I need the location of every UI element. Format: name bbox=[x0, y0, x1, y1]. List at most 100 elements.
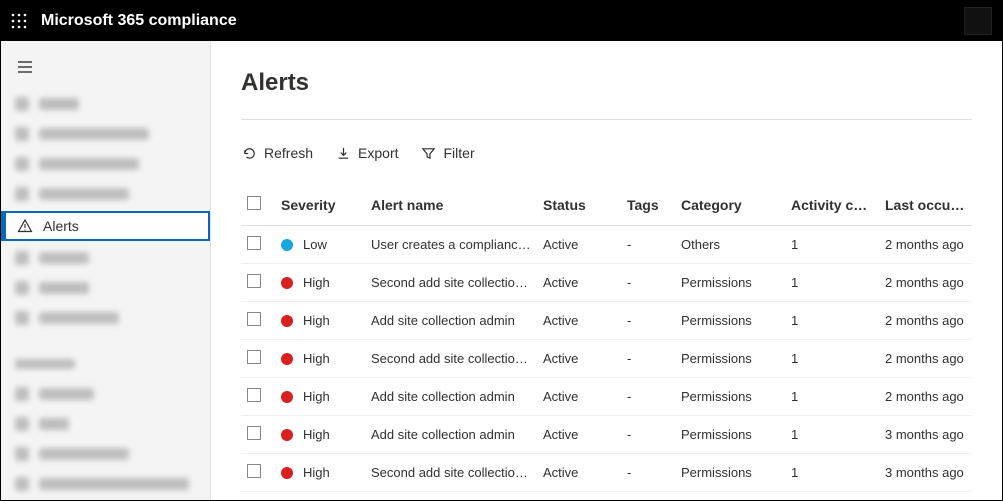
redacted-label bbox=[39, 98, 79, 110]
row-checkbox[interactable] bbox=[241, 340, 275, 378]
row-checkbox[interactable] bbox=[241, 378, 275, 416]
cell-alert-name[interactable]: Second add site collection admin bbox=[365, 340, 537, 378]
cell-category: Threat management bbox=[675, 492, 785, 501]
header-status[interactable]: Status bbox=[537, 188, 621, 226]
page-title: Alerts bbox=[241, 69, 972, 97]
checkbox-icon[interactable] bbox=[247, 350, 261, 364]
severity-dot-icon bbox=[281, 467, 293, 479]
sidebar-item-redacted[interactable] bbox=[1, 89, 210, 119]
cell-last-occurrence: 2 months ago bbox=[879, 378, 972, 416]
cell-last-occurrence: 2 months ago bbox=[879, 340, 972, 378]
header-category[interactable]: Category bbox=[675, 188, 785, 226]
redacted-icon bbox=[15, 477, 29, 491]
header-activity-count[interactable]: Activity count bbox=[785, 188, 879, 226]
row-checkbox[interactable] bbox=[241, 416, 275, 454]
cell-alert-name[interactable]: eDiscovery search started or exported bbox=[365, 492, 537, 501]
sidebar-item-redacted[interactable] bbox=[1, 243, 210, 273]
redacted-label bbox=[39, 282, 89, 294]
table-row[interactable]: HighAdd site collection adminActive-Perm… bbox=[241, 302, 972, 340]
table-row[interactable]: High Second add site collection adminActi… bbox=[241, 340, 972, 378]
sidebar-item-redacted[interactable] bbox=[1, 469, 210, 499]
row-checkbox[interactable] bbox=[241, 302, 275, 340]
checkbox-icon[interactable] bbox=[247, 426, 261, 440]
table-row[interactable]: HighAdd site collection adminActive-Perm… bbox=[241, 416, 972, 454]
cell-tags: - bbox=[621, 454, 675, 492]
cell-activity-count: 1 bbox=[785, 492, 879, 501]
row-checkbox[interactable] bbox=[241, 264, 275, 302]
header-severity[interactable]: Severity bbox=[275, 188, 365, 226]
page-divider bbox=[241, 119, 972, 120]
sidebar-item-redacted[interactable] bbox=[1, 119, 210, 149]
cell-status: Active bbox=[537, 264, 621, 302]
hamburger-menu-icon[interactable] bbox=[13, 55, 37, 79]
refresh-button[interactable]: Refresh bbox=[241, 145, 313, 161]
sidebar-item-redacted[interactable] bbox=[1, 439, 210, 469]
cell-alert-name[interactable]: User creates a compliance case bbox=[365, 226, 537, 264]
cell-status: Active bbox=[537, 492, 621, 501]
header-alert-name[interactable]: Alert name bbox=[365, 188, 537, 226]
export-button[interactable]: Export bbox=[335, 145, 398, 161]
filter-icon bbox=[421, 145, 437, 161]
cell-category: Permissions bbox=[675, 302, 785, 340]
severity-label: High bbox=[303, 389, 330, 404]
app-title: Microsoft 365 compliance bbox=[41, 12, 237, 30]
sidebar-item-redacted[interactable] bbox=[1, 273, 210, 303]
cell-severity: Medium bbox=[275, 492, 365, 501]
sidebar-item-redacted[interactable] bbox=[1, 149, 210, 179]
severity-label: High bbox=[303, 351, 330, 366]
cell-alert-name[interactable]: Add site collection admin bbox=[365, 416, 537, 454]
cell-severity: High bbox=[275, 454, 365, 492]
cell-alert-name[interactable]: Add site collection admin bbox=[365, 378, 537, 416]
cell-alert-name[interactable]: Second add site collection admin bbox=[365, 264, 537, 302]
cell-severity: High bbox=[275, 264, 365, 302]
checkbox-icon[interactable] bbox=[247, 464, 261, 478]
cell-status: Active bbox=[537, 454, 621, 492]
cell-tags: - bbox=[621, 264, 675, 302]
row-checkbox[interactable] bbox=[241, 454, 275, 492]
cell-status: Active bbox=[537, 416, 621, 454]
cell-alert-name[interactable]: Add site collection admin bbox=[365, 302, 537, 340]
cell-activity-count: 1 bbox=[785, 302, 879, 340]
table-row[interactable]: HighAdd site collection adminActive-Perm… bbox=[241, 378, 972, 416]
cell-severity: High bbox=[275, 416, 365, 454]
table-row[interactable]: HighSecond add site collection adminActi… bbox=[241, 264, 972, 302]
redacted-icon bbox=[15, 251, 29, 265]
sidebar-item-redacted[interactable] bbox=[1, 379, 210, 409]
header-tags[interactable]: Tags bbox=[621, 188, 675, 226]
cell-last-occurrence: 2 months ago bbox=[879, 226, 972, 264]
row-checkbox[interactable] bbox=[241, 492, 275, 501]
redacted-icon bbox=[15, 127, 29, 141]
table-row[interactable]: LowUser creates a compliance caseActive-… bbox=[241, 226, 972, 264]
cell-last-occurrence: 3 months ago bbox=[879, 492, 972, 501]
user-avatar[interactable] bbox=[964, 7, 992, 35]
app-launcher-icon[interactable] bbox=[11, 13, 27, 29]
checkbox-icon[interactable] bbox=[247, 236, 261, 250]
severity-label: High bbox=[303, 465, 330, 480]
alerts-table: Severity Alert name Status Tags Category… bbox=[241, 188, 972, 500]
sidebar-item-alerts[interactable]: Alerts bbox=[1, 211, 210, 241]
filter-button[interactable]: Filter bbox=[421, 145, 475, 161]
severity-dot-icon bbox=[281, 391, 293, 403]
row-checkbox[interactable] bbox=[241, 226, 275, 264]
table-row[interactable]: High Second add site collection adminActi… bbox=[241, 454, 972, 492]
table-row[interactable]: MediumeDiscovery search started or expor… bbox=[241, 492, 972, 501]
redacted-label bbox=[39, 418, 69, 430]
sidebar-item-redacted[interactable] bbox=[1, 303, 210, 333]
header-last-occurrence[interactable]: Last occurrence ... bbox=[879, 188, 972, 226]
checkbox-icon[interactable] bbox=[247, 388, 261, 402]
sidebar-item-redacted[interactable] bbox=[1, 409, 210, 439]
cell-alert-name[interactable]: Second add site collection admin bbox=[365, 454, 537, 492]
redacted-icon bbox=[15, 447, 29, 461]
header-checkbox[interactable] bbox=[241, 188, 275, 226]
checkbox-icon[interactable] bbox=[247, 312, 261, 326]
cell-status: Active bbox=[537, 340, 621, 378]
export-icon bbox=[335, 145, 351, 161]
checkbox-icon[interactable] bbox=[247, 196, 261, 210]
cell-activity-count: 1 bbox=[785, 416, 879, 454]
severity-label: High bbox=[303, 313, 330, 328]
sidebar: Alerts bbox=[1, 41, 211, 500]
cell-category: Permissions bbox=[675, 416, 785, 454]
sidebar-item-redacted[interactable] bbox=[1, 179, 210, 209]
checkbox-icon[interactable] bbox=[247, 274, 261, 288]
cell-status: Active bbox=[537, 378, 621, 416]
